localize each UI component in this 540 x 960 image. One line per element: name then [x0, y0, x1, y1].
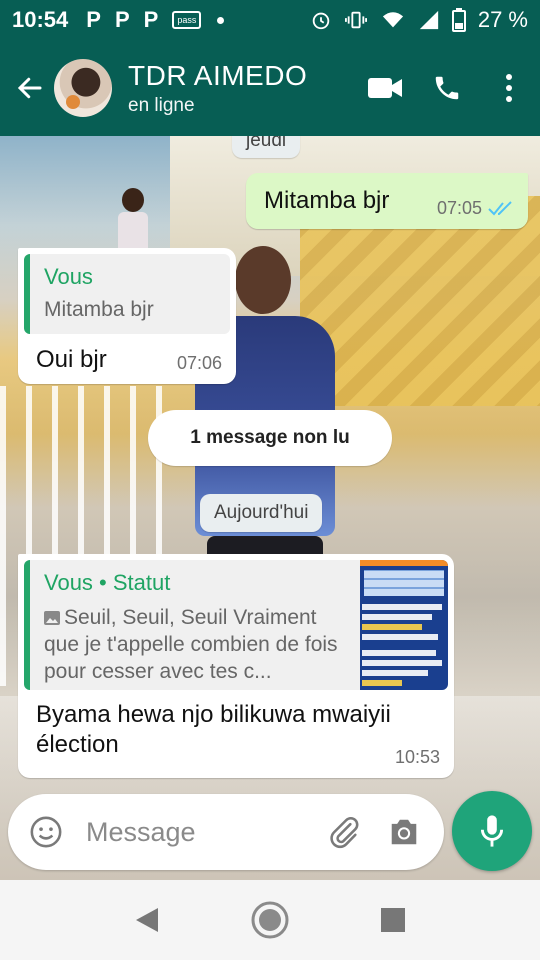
quote-author: Vous — [44, 264, 93, 289]
quoted-status[interactable]: Vous • Statut Seuil, Seuil, Seuil Vraime… — [24, 560, 448, 690]
unread-banner: 1 message non lu — [148, 410, 392, 466]
message-meta: 07:05 — [437, 198, 514, 219]
message-meta: 10:53 — [395, 747, 440, 768]
chat-header: TDR AIMEDO en ligne — [0, 40, 540, 136]
message-bubble-incoming[interactable]: Vous Mitamba bjr Oui bjr 07:06 — [18, 248, 236, 384]
message-time: 07:06 — [176, 353, 222, 373]
voice-message-button[interactable] — [452, 791, 532, 871]
phone-icon — [435, 76, 459, 100]
system-nav-bar — [0, 880, 540, 960]
more-vert-icon — [506, 74, 512, 102]
emoji-button[interactable] — [16, 802, 76, 862]
quote-bar — [24, 560, 30, 690]
message-composer: Message — [8, 794, 444, 870]
back-button[interactable] — [6, 64, 54, 112]
date-separator: jeudi — [232, 136, 301, 158]
image-icon — [44, 611, 60, 625]
more-notifications-dot — [217, 16, 225, 24]
double-check-icon — [488, 200, 512, 215]
contact-name: TDR AIMEDO — [128, 60, 308, 91]
message-bubble-outgoing[interactable]: Mitamba bjr 07:05 — [246, 173, 528, 229]
nav-home-icon[interactable] — [250, 900, 290, 940]
quote-text: Mitamba bjr — [44, 298, 154, 321]
notification-p-icon: P — [86, 7, 101, 32]
battery-percent: 27 % — [477, 7, 528, 32]
message-text: Oui bjr — [36, 346, 107, 373]
message-bubble-incoming[interactable]: Vous • Statut Seuil, Seuil, Seuil Vraime… — [18, 554, 454, 778]
status-icons: 27 % — [310, 7, 528, 33]
attach-icon — [330, 817, 359, 849]
quote-author: Vous • Statut — [44, 570, 171, 595]
date-separator-today: Aujourd'hui — [200, 494, 323, 532]
status-time: 10:54 — [12, 7, 69, 32]
contact-info[interactable]: TDR AIMEDO en ligne — [128, 59, 354, 117]
back-arrow-icon — [17, 77, 42, 99]
vibrate-icon — [344, 11, 367, 29]
alarm-icon — [312, 12, 330, 30]
wallpaper-background-person — [118, 188, 148, 248]
attach-button[interactable] — [314, 802, 374, 862]
message-input[interactable]: Message — [86, 817, 314, 848]
emoji-icon — [30, 816, 62, 848]
signal-icon — [419, 10, 439, 30]
status-thumbnail — [360, 560, 448, 690]
camera-button[interactable] — [374, 802, 434, 862]
quoted-message[interactable]: Vous Mitamba bjr — [24, 254, 230, 334]
mic-icon — [480, 815, 504, 847]
camera-icon — [391, 819, 417, 845]
notification-p-icon: P — [114, 7, 130, 32]
avatar[interactable] — [54, 59, 112, 117]
message-text: Byama hewa njo bilikuwa mwaiyii élection — [36, 701, 391, 758]
notification-p-icon: P — [143, 7, 159, 32]
presence-status: en ligne — [128, 95, 195, 116]
wifi-icon — [382, 12, 403, 28]
message-text: Mitamba bjr — [264, 187, 390, 214]
video-call-icon — [368, 78, 402, 98]
more-options-button[interactable] — [478, 57, 540, 119]
message-meta: 07:06 — [177, 353, 222, 374]
video-call-button[interactable] — [354, 57, 416, 119]
quote-text-wrapper: Seuil, Seuil, Seuil Vraiment que je t'ap… — [44, 604, 354, 685]
voice-call-button[interactable] — [416, 57, 478, 119]
message-time: 07:05 — [436, 198, 482, 218]
quote-text: Seuil, Seuil, Seuil Vraiment que je t'ap… — [44, 606, 338, 683]
pass-notification-icon: pass — [172, 11, 202, 29]
status-bar: 10:54 P P P pass 27 % — [0, 0, 540, 40]
nav-recents-icon[interactable] — [380, 907, 406, 933]
battery-icon — [451, 8, 466, 32]
nav-back-icon[interactable] — [134, 906, 160, 934]
message-time: 10:53 — [394, 747, 440, 767]
quote-bar — [24, 254, 30, 334]
chat-area[interactable]: jeudi Mitamba bjr 07:05 Vous Mitamba bjr… — [0, 136, 540, 880]
